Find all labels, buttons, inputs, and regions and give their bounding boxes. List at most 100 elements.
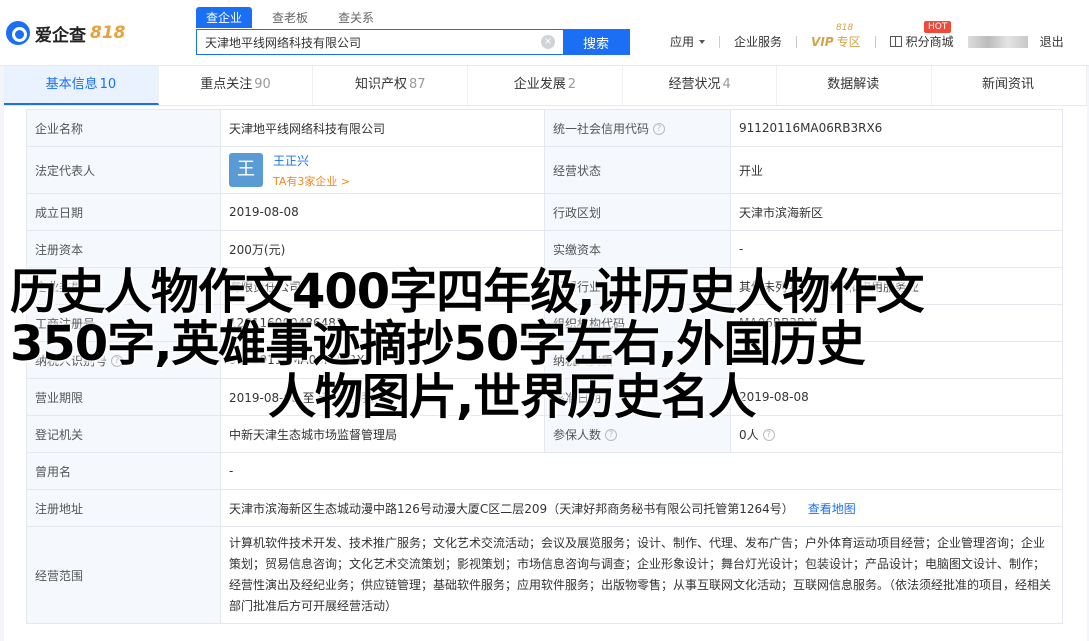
paidin-label: 实缴资本	[544, 230, 731, 268]
company-name-value: 天津地平线网络科技有限公司	[220, 109, 545, 147]
approve-value: 2019-08-08	[730, 378, 1063, 416]
table-row: 企业名称 天津地平线网络科技有限公司 统一社会信用代码? 91120116MA0…	[26, 109, 1063, 147]
tab-key-concern[interactable]: 重点关注 90	[159, 66, 314, 105]
tab-data-insight[interactable]: 数据解读	[777, 66, 933, 105]
chevron-down-icon	[699, 39, 706, 44]
taxno-value: 91120116MA06RB3RX6	[220, 341, 545, 379]
help-icon[interactable]: ?	[762, 429, 775, 441]
insured-label: 纳税人资质	[544, 341, 731, 379]
legal-rep-name-link[interactable]: 王正兴	[273, 152, 350, 169]
status-label: 经营状态	[544, 146, 731, 194]
former-name-value: -	[220, 452, 1063, 490]
approve-label: 核准日期	[544, 378, 731, 416]
industry-label: 所属行业	[544, 267, 731, 305]
est-date-label: 成立日期	[26, 193, 221, 231]
vip-818-badge: 818	[836, 23, 854, 33]
table-row: 注册地址 天津市滨海新区生态城动漫中路126号动漫大厦C区二层209（天津好邦商…	[26, 489, 1063, 527]
table-row: 成立日期 2019-08-08 行政区划 天津市滨海新区	[26, 193, 1063, 231]
help-icon[interactable]: ?	[605, 429, 618, 441]
logo-magnifier-icon	[6, 21, 30, 45]
legal-rep-companies-link[interactable]: TA有3家企业 >	[273, 173, 350, 189]
gift-icon	[889, 36, 902, 47]
vip-sub-label: 专区	[836, 35, 861, 49]
tab-news[interactable]: 新闻资讯	[932, 66, 1087, 105]
avatar[interactable]: 王	[229, 153, 263, 187]
table-row: 经营范围 计算机软件技术开发、技术推广服务；文化艺术交流活动；会议及展览服务；设…	[26, 526, 1063, 624]
logo[interactable]: 爱企查 818	[6, 18, 126, 48]
orgcode-label: 组织机构代码	[544, 304, 731, 342]
region-value: 天津市滨海新区	[730, 193, 1063, 231]
search-button[interactable]: 搜索	[563, 30, 629, 54]
divider	[874, 35, 876, 48]
regno-value: 120116000486481	[220, 304, 545, 342]
address-value: 天津市滨海新区生态城动漫中路126号动漫大厦C区二层209（天津好邦商务秘书有限…	[220, 489, 1063, 527]
view-map-link[interactable]: 查看地图	[808, 502, 856, 516]
basic-info-card: 企业名称 天津地平线网络科技有限公司 统一社会信用代码? 91120116MA0…	[4, 106, 1087, 641]
top-header: 爱企查 818 查企业 查老板 查关系 × 搜索 818 HOT 应用 企业服务…	[0, 0, 1089, 66]
table-row: 曾用名 -	[26, 452, 1063, 490]
divider	[796, 35, 798, 48]
search-input[interactable]	[197, 30, 533, 54]
table-row: 登记机关 中新天津生态城市场监督管理局 参保人数? 0人?	[26, 415, 1063, 453]
apply-menu[interactable]: 应用	[670, 33, 706, 50]
scope-value: 计算机软件技术开发、技术推广服务；文化艺术交流活动；会议及展览服务；设计、制作、…	[220, 526, 1063, 624]
capital-value: 200万(元)	[220, 230, 545, 268]
insured-count-label: 参保人数?	[544, 415, 731, 453]
scope-label: 经营范围	[26, 526, 221, 624]
region-label: 行政区划	[544, 193, 731, 231]
table-row: 法定代表人 王 王正兴 TA有3家企业 > 经营状态 开业	[26, 146, 1063, 194]
table-row: 企业类型 有限责任公司 所属行业 其他未列明科技推广和应用服务业	[26, 267, 1063, 305]
points-mall-link[interactable]: 积分商城	[889, 33, 954, 50]
help-icon[interactable]: ?	[111, 355, 124, 367]
insured-value: -	[730, 341, 1063, 379]
company-name-label: 企业名称	[26, 109, 221, 147]
tab-basic-info[interactable]: 基本信息 10	[4, 66, 159, 105]
tab-search-boss[interactable]: 查老板	[262, 7, 318, 28]
authority-value: 中新天津生态城市场监督管理局	[220, 415, 545, 453]
type-label: 企业类型	[26, 267, 221, 305]
status-value: 开业	[730, 146, 1063, 194]
table-row: 纳税人识别号? 91120116MA06RB3RX6 纳税人资质 -	[26, 341, 1063, 379]
regno-label: 工商注册号	[26, 304, 221, 342]
search-box: × 搜索	[196, 29, 630, 55]
tab-development[interactable]: 企业发展 2	[468, 66, 623, 105]
divider	[719, 35, 721, 48]
vip-zone-link[interactable]: VIP 专区	[811, 33, 861, 50]
help-icon[interactable]: ?	[653, 123, 666, 135]
authority-label: 登记机关	[26, 415, 221, 453]
est-date-value: 2019-08-08	[220, 193, 545, 231]
logo-text: 爱企查	[35, 25, 86, 46]
top-nav: 应用 企业服务 VIP 专区 积分商城 退出	[670, 33, 1078, 50]
user-name-blurred[interactable]	[967, 35, 1028, 48]
vip-label: VIP	[811, 34, 834, 49]
term-value: 2019-08-08 至 无固定期限	[220, 378, 545, 416]
type-value: 有限责任公司	[220, 267, 545, 305]
logout-link[interactable]: 退出	[1040, 33, 1064, 50]
section-tabs: 基本信息 10 重点关注 90 知识产权 87 企业发展 2 经营状况 4 数据解读 新闻…	[4, 66, 1087, 106]
credit-code-value: 91120116MA06RB3RX6	[730, 109, 1063, 147]
credit-code-label: 统一社会信用代码?	[544, 109, 731, 147]
points-mall-label: 积分商城	[905, 35, 954, 49]
search-tabs: 查企业 查老板 查关系	[196, 7, 394, 28]
clear-icon[interactable]: ×	[541, 35, 555, 49]
tab-search-company[interactable]: 查企业	[196, 7, 253, 28]
term-label: 营业期限	[26, 378, 221, 416]
table-row: 注册资本 200万(元) 实缴资本 -	[26, 230, 1063, 268]
logo-818: 818	[90, 23, 126, 43]
former-name-label: 曾用名	[26, 452, 221, 490]
orgcode-value: MA06RB3R-X	[730, 304, 1063, 342]
insured-count-value: 0人?	[730, 415, 1063, 453]
basic-info-table: 企业名称 天津地平线网络科技有限公司 统一社会信用代码? 91120116MA0…	[26, 109, 1063, 624]
hot-badge: HOT	[924, 21, 952, 33]
table-row: 营业期限 2019-08-08 至 无固定期限 核准日期 2019-08-08	[26, 378, 1063, 416]
taxno-label: 纳税人识别号?	[26, 341, 221, 379]
enterprise-service-link[interactable]: 企业服务	[734, 33, 782, 50]
address-label: 注册地址	[26, 489, 221, 527]
tab-ip[interactable]: 知识产权 87	[313, 66, 469, 105]
legal-rep-value: 王 王正兴 TA有3家企业 >	[220, 146, 545, 194]
industry-value: 其他未列明科技推广和应用服务业	[730, 267, 1063, 305]
legal-rep-label: 法定代表人	[26, 146, 221, 194]
tab-search-relation[interactable]: 查关系	[328, 7, 384, 28]
capital-label: 注册资本	[26, 230, 221, 268]
tab-operation[interactable]: 经营状况 4	[623, 66, 778, 105]
